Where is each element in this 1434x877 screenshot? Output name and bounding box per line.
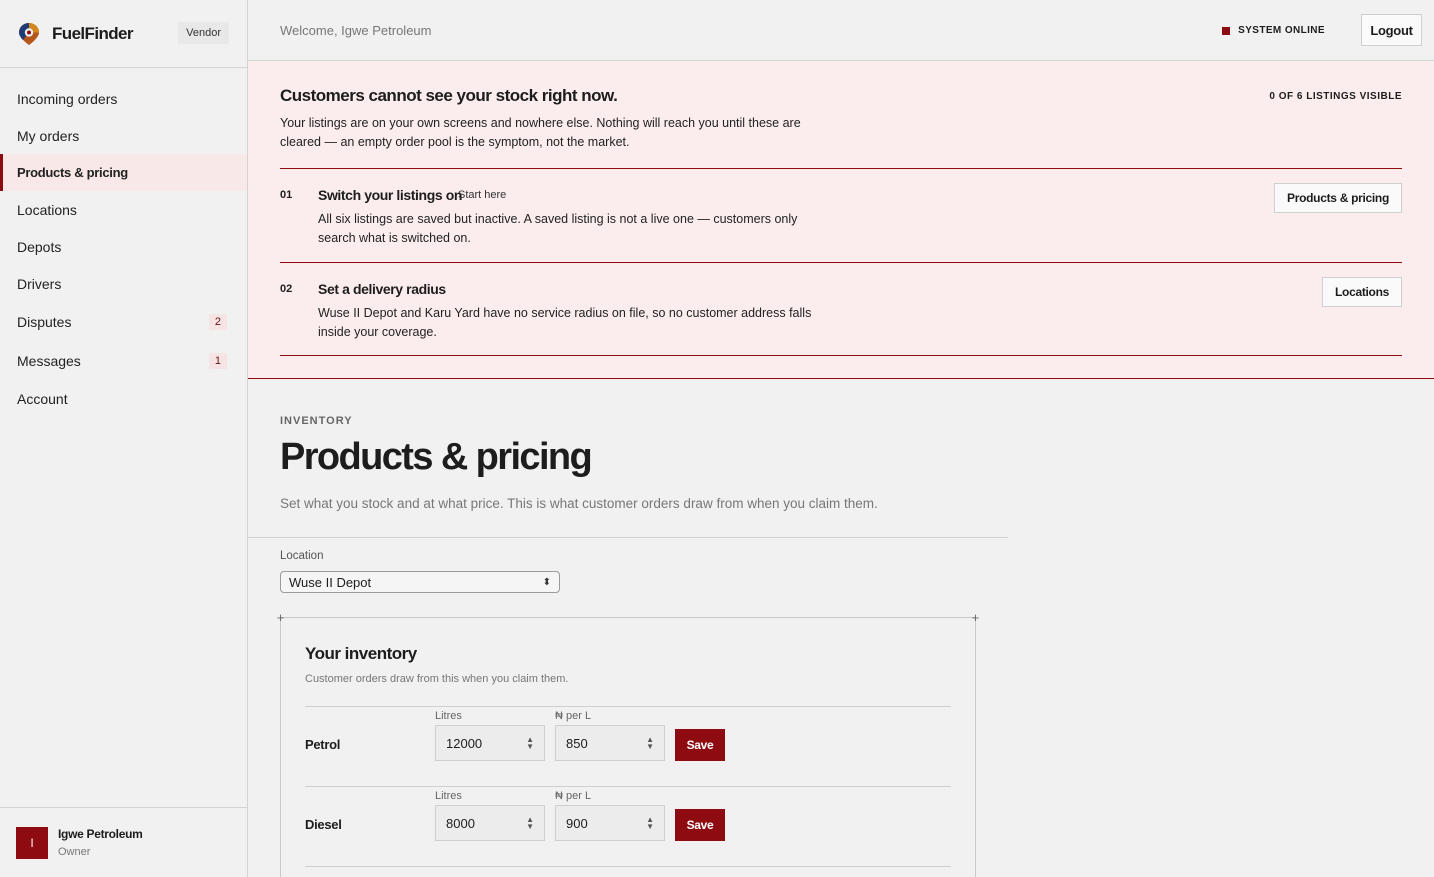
step-description: Wuse II Depot and Karu Yard have no serv… [318,306,812,339]
sidebar-item-messages[interactable]: Messages 1 [0,341,247,380]
sidebar-item-disputes[interactable]: Disputes 2 [0,302,247,341]
price-input[interactable]: 900 ▲ ▼ [555,805,665,841]
sidebar-item-depots[interactable]: Depots [0,228,247,265]
logout-button[interactable]: Logout [1361,14,1422,46]
step-description: All six listings are saved but inactive.… [318,212,798,245]
welcome-text: Welcome, Igwe Petroleum [280,23,432,38]
sidebar-item-label: Messages [17,352,81,369]
sidebar-item-label: Disputes [17,313,72,330]
sidebar-item-incoming-orders[interactable]: Incoming orders [0,80,247,117]
avatar: I [16,826,48,859]
alert-step-1: 01 Switch your listings on Start here Al… [280,168,1402,262]
product-name: Diesel [305,817,342,832]
user-profile[interactable]: I Igwe Petroleum Owner [0,807,247,877]
stepper-arrows-icon[interactable]: ▲ ▼ [646,736,654,751]
fuelfinder-logo-icon [19,22,39,45]
price-label: ₦ per L [555,790,592,802]
sidebar-item-locations[interactable]: Locations [0,191,247,228]
step-number: 02 [280,283,293,295]
save-petrol-button[interactable]: Save [675,729,725,761]
location-label: Location [280,550,324,562]
location-select[interactable]: Wuse II Depot ⬍ [280,571,560,593]
listings-visible-count: 0 OF 6 LISTINGS VISIBLE [1269,91,1402,102]
product-row-diesel: Diesel Litres 8000 ▲ ▼ ₦ per L 900 ▲ ▼ Sav… [305,787,951,867]
price-input[interactable]: 850 ▲ ▼ [555,725,665,761]
role-badge: Vendor [178,22,229,44]
top-bar: Welcome, Igwe Petroleum SYSTEM ONLINE Lo… [248,0,1434,61]
status-dot-icon [1222,26,1231,35]
select-arrows-icon: ⬍ [542,576,551,588]
stepper-arrows-icon[interactable]: ▲ ▼ [526,736,534,751]
inventory-subtitle: Customer orders draw from this when you … [305,673,569,685]
sidebar-item-my-orders[interactable]: My orders [0,117,247,154]
product-name: Petrol [305,737,341,752]
stepper-arrows-icon[interactable]: ▲ ▼ [646,816,654,831]
locations-button[interactable]: Locations [1322,277,1402,307]
app-name: FuelFinder [52,23,134,43]
messages-count-badge: 1 [208,352,227,369]
page-title: Products & pricing [280,436,593,478]
litres-input[interactable]: 8000 ▲ ▼ [435,805,545,841]
products-pricing-button[interactable]: Products & pricing [1274,183,1402,213]
system-status-label: SYSTEM ONLINE [1238,25,1325,36]
sidebar-item-drivers[interactable]: Drivers [0,265,247,302]
sidebar-item-label: Drivers [17,275,62,292]
location-selected-value: Wuse II Depot [289,574,372,590]
page-eyebrow: INVENTORY [280,415,353,427]
sidebar-item-label: Locations [17,201,77,218]
user-name: Igwe Petroleum [58,827,143,841]
corner-crosshair-icon: + [276,610,285,625]
corner-crosshair-icon: + [971,610,980,625]
save-diesel-button[interactable]: Save [675,809,725,841]
litres-label: Litres [435,790,462,802]
inventory-title: Your inventory [305,644,417,663]
start-here-tag: Start here [458,189,507,201]
page-subtitle: Set what you stock and at what price. Th… [280,496,878,511]
litres-value: 8000 [446,815,475,831]
sidebar-item-products-pricing[interactable]: Products & pricing [0,154,247,191]
sidebar-item-label: Incoming orders [17,90,118,107]
alert-bottom-rule [280,355,1402,356]
step-title: Set a delivery radius [318,281,446,297]
price-value: 850 [566,735,588,751]
litres-label: Litres [435,710,462,722]
litres-input[interactable]: 12000 ▲ ▼ [435,725,545,761]
system-status: SYSTEM ONLINE [1222,25,1325,36]
sidebar-item-label: Products & pricing [17,165,128,180]
price-label: ₦ per L [555,710,592,722]
stepper-arrows-icon[interactable]: ▲ ▼ [526,816,534,831]
sidebar-item-label: Depots [17,238,62,255]
alert-title: Customers cannot see your stock right no… [280,86,618,105]
inventory-card: + + Your inventory Customer orders draw … [277,611,979,877]
card-divider [305,866,951,867]
sidebar-nav: Incoming orders My orders Products & pri… [0,68,247,417]
sidebar-item-account[interactable]: Account [0,380,247,417]
sidebar-item-label: My orders [17,127,80,144]
step-title: Switch your listings on [318,187,463,203]
alert-description: Your listings are on your own screens an… [280,116,801,149]
alert-step-2: 02 Set a delivery radius Wuse II Depot a… [280,262,1402,356]
price-value: 900 [566,815,588,831]
visibility-alert: Customers cannot see your stock right no… [248,61,1434,379]
product-row-petrol: Petrol Litres 12000 ▲ ▼ ₦ per L 850 ▲ ▼ Sa… [305,707,951,787]
sidebar-item-label: Account [17,390,68,407]
litres-value: 12000 [446,735,483,751]
disputes-count-badge: 2 [208,313,227,330]
user-role: Owner [58,846,91,858]
brand-header: FuelFinder Vendor [0,0,247,68]
section-divider [248,537,1008,538]
step-number: 01 [280,189,293,201]
sidebar: FuelFinder Vendor Incoming orders My ord… [0,0,248,877]
